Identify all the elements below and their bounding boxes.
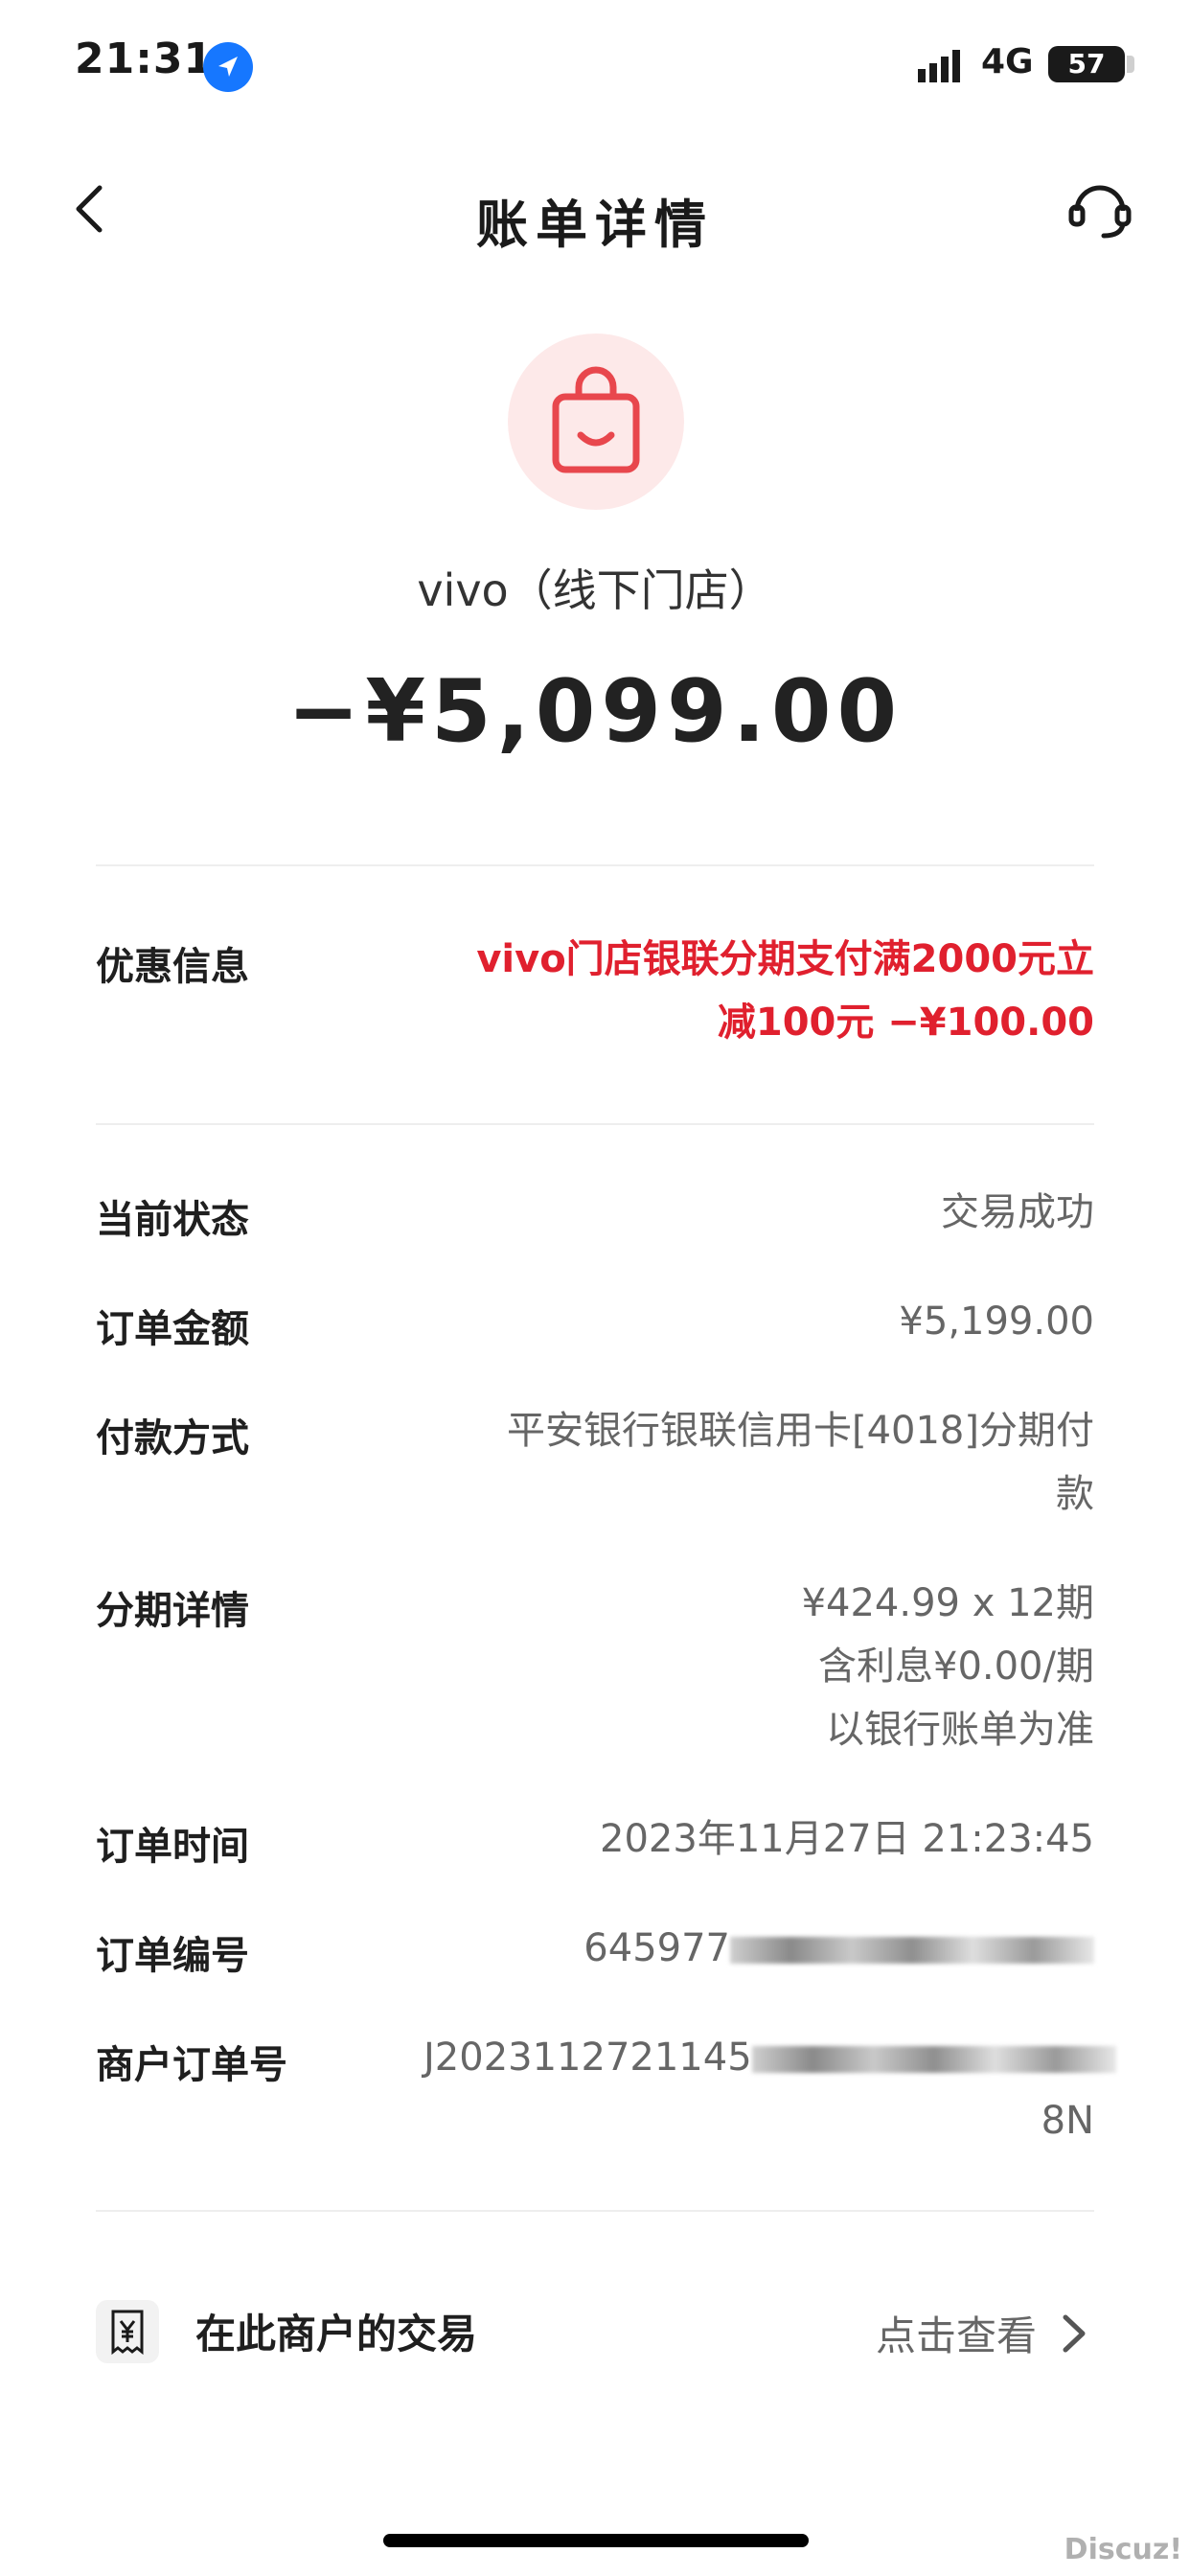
order-time-value: 2023年11月27日 21:23:45 <box>423 1807 1094 1871</box>
discount-line-1: vivo门店银联分期支付满2000元立 <box>476 937 1094 981</box>
order-number-value[interactable]: 645977 <box>423 1917 1094 1980</box>
payment-method-value: 平安银行银联信用卡[4018]分期付 款 <box>423 1399 1094 1526</box>
merchant-transactions-label: 在此商户的交易 <box>195 2311 478 2358</box>
merchant-order-line-2: 8N <box>1041 2099 1094 2143</box>
order-amount-value: ¥5,199.00 <box>423 1290 1094 1353</box>
discount-value: vivo门店银联分期支付满2000元立 减100元 −¥100.00 <box>423 928 1094 1054</box>
merchant-order-line-1: J2023112721145 <box>423 2026 1116 2089</box>
nav-bar: 账单详情 <box>0 153 1190 268</box>
home-indicator <box>383 2534 809 2547</box>
customer-service-icon[interactable] <box>1064 172 1136 245</box>
transaction-amount: −¥5,099.00 <box>286 661 904 762</box>
battery-cap <box>1127 56 1134 73</box>
divider <box>96 1123 1094 1125</box>
receipt-yuan-icon <box>96 2300 159 2363</box>
divider <box>96 2210 1094 2212</box>
payment-method-label: 付款方式 <box>96 1416 249 1460</box>
merchant-order-visible: J2023112721145 <box>423 2036 752 2080</box>
status-label: 当前状态 <box>96 1198 249 1242</box>
installment-line-2: 含利息¥0.00/期 <box>818 1644 1094 1689</box>
installment-value: ¥424.99 x 12期 含利息¥0.00/期 以银行账单为准 <box>423 1572 1094 1761</box>
merchant-name: vivo（线下门店） <box>417 564 773 616</box>
discount-line-2: 减100元 −¥100.00 <box>717 1000 1094 1045</box>
status-time: 21:31 <box>75 34 215 83</box>
merchant-order-value[interactable]: J2023112721145 8N <box>423 2026 1116 2152</box>
merchant-transactions-row[interactable]: 在此商户的交易 点击查看 <box>96 2281 1094 2377</box>
network-type: 4G <box>981 42 1034 81</box>
installment-line-1: ¥424.99 x 12期 <box>801 1581 1094 1625</box>
order-time-label: 订单时间 <box>96 1825 249 1869</box>
order-time-text: 2023年11月27日 21:23:45 <box>600 1817 1094 1861</box>
payment-line-1: 平安银行银联信用卡[4018]分期付 <box>506 1409 1094 1453</box>
discount-label: 优惠信息 <box>96 945 249 989</box>
battery-icon: 57 <box>1048 46 1125 82</box>
chevron-right-icon <box>1063 2314 1086 2353</box>
order-number-visible: 645977 <box>584 1926 730 1970</box>
order-number-text: 645977 <box>423 1917 1094 1980</box>
watermark-text: Discuz! <box>1064 2533 1182 2566</box>
signal-icon <box>918 50 960 82</box>
installment-line-3: 以银行账单为准 <box>826 1708 1094 1752</box>
installment-label: 分期详情 <box>96 1589 249 1633</box>
order-amount-text: ¥5,199.00 <box>899 1300 1094 1344</box>
view-link[interactable]: 点击查看 <box>876 2304 1037 2362</box>
order-amount-label: 订单金额 <box>96 1307 249 1351</box>
status-bar: 21:31 4G 57 <box>0 0 1190 134</box>
payment-line-2: 款 <box>1056 1472 1094 1516</box>
redacted-blur <box>751 2046 1116 2073</box>
shopping-bag-icon <box>508 334 684 510</box>
page-title: 账单详情 <box>476 195 714 255</box>
status-value: 交易成功 <box>423 1181 1094 1244</box>
status-value-text: 交易成功 <box>941 1190 1094 1234</box>
order-number-label: 订单编号 <box>96 1934 249 1978</box>
divider <box>96 864 1094 866</box>
redacted-blur <box>730 1937 1094 1964</box>
merchant-order-label: 商户订单号 <box>96 2043 287 2087</box>
location-arrow-icon <box>203 42 253 92</box>
